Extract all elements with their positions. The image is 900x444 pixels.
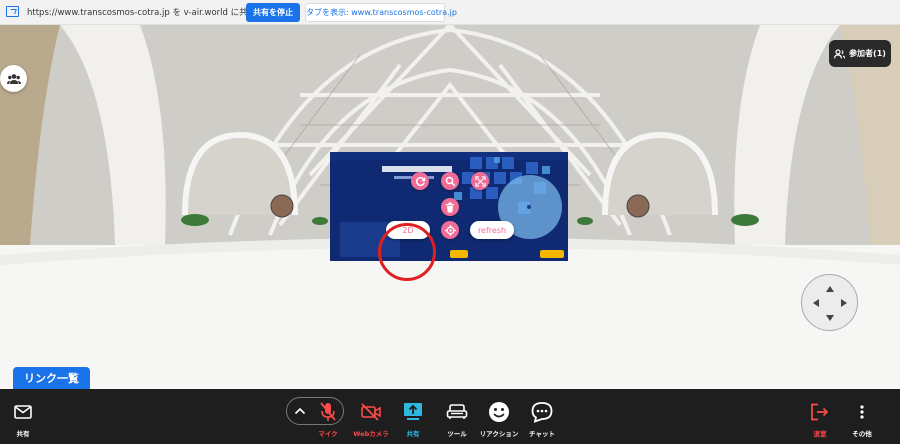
more-button[interactable]: その他	[840, 389, 884, 444]
expand-icon	[474, 175, 486, 187]
person-icon	[834, 48, 846, 58]
target-icon	[444, 224, 456, 236]
webcam-toggle-button[interactable]: Webカメラ	[349, 389, 393, 444]
target-button[interactable]	[441, 221, 459, 239]
show-tab-button[interactable]: タブを表示: www.transcosmos-cotra.jp	[305, 3, 457, 22]
participants-side-button[interactable]	[0, 65, 27, 92]
more-vertical-icon	[860, 405, 864, 419]
arrow-left-icon[interactable]	[813, 299, 819, 307]
webcam-label: Webカメラ	[353, 430, 389, 438]
movement-dpad[interactable]	[801, 274, 858, 331]
screen-share-label: 共有	[406, 430, 420, 438]
chat-button[interactable]: チャット	[520, 389, 564, 444]
chat-icon	[531, 402, 553, 423]
share-screen-icon	[6, 6, 19, 17]
leave-button[interactable]: 退室	[798, 389, 842, 444]
refresh-button[interactable]: refresh	[470, 221, 514, 239]
leave-label: 退室	[813, 430, 827, 438]
screen-share-button[interactable]: 共有	[391, 389, 435, 444]
logout-icon	[811, 403, 829, 421]
video-off-icon	[361, 403, 381, 421]
participants-button[interactable]: 参加者(1)	[829, 40, 891, 67]
chevron-up-icon	[294, 407, 306, 415]
zoom-button[interactable]	[441, 172, 459, 190]
share-link-label: 共有	[16, 430, 30, 438]
sync-button[interactable]	[411, 172, 429, 190]
more-label: その他	[852, 430, 872, 438]
mic-toggle-button[interactable]: マイク	[306, 389, 350, 444]
chat-label: チャット	[529, 430, 555, 438]
sofa-icon	[446, 404, 468, 419]
arrow-right-icon[interactable]	[841, 299, 847, 307]
upload-icon	[404, 403, 422, 420]
bottom-toolbar: 共有 マイク Webカメラ 共有 ツール リアクション チャット 退室 その他	[0, 389, 900, 444]
search-icon	[445, 176, 455, 186]
arrow-down-icon[interactable]	[826, 315, 834, 321]
tool-label: ツール	[447, 430, 467, 438]
mic-off-icon	[320, 402, 336, 421]
stop-sharing-button[interactable]: 共有を停止	[246, 3, 300, 22]
highlight-circle	[378, 223, 436, 281]
virtual-venue-view[interactable]: 参加者(1) 2D refresh リンク一覧	[0, 25, 900, 389]
mic-label: マイク	[318, 430, 338, 438]
link-list-tab[interactable]: リンク一覧	[13, 367, 90, 389]
smiley-icon	[489, 402, 509, 422]
screen-share-bar: https://www.transcosmos-cotra.jp を v-air…	[0, 0, 900, 25]
trash-icon	[446, 202, 454, 212]
participants-label: 参加者(1)	[849, 49, 886, 58]
delete-button[interactable]	[441, 198, 459, 216]
reaction-button[interactable]: リアクション	[477, 389, 521, 444]
tool-button[interactable]: ツール	[435, 389, 479, 444]
sync-icon	[415, 176, 425, 186]
arrow-up-icon[interactable]	[826, 286, 834, 292]
share-link-button[interactable]: 共有	[1, 389, 45, 444]
group-icon	[6, 73, 21, 84]
expand-button[interactable]	[471, 172, 489, 190]
mail-icon	[14, 405, 32, 419]
reaction-label: リアクション	[479, 430, 519, 438]
